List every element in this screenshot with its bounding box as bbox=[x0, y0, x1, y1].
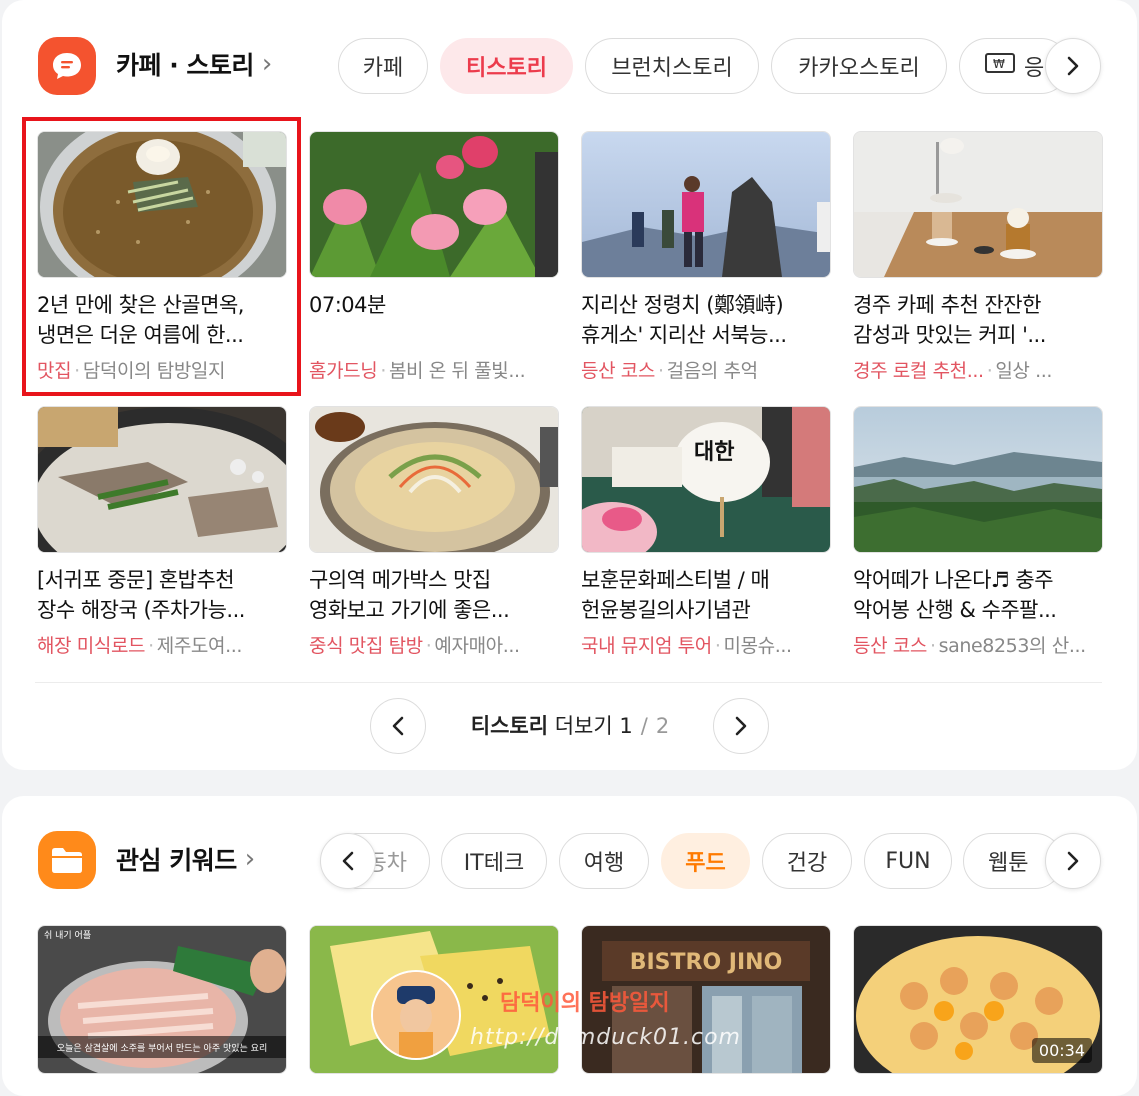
tab-label: IT테크 bbox=[463, 851, 525, 876]
card-meta: 홈가드닝 · 봄비 온 뒤 풀빛... bbox=[309, 360, 526, 382]
watermark-url: http://damduck01.com bbox=[470, 1025, 741, 1050]
cafe-story-header-link[interactable]: 카페 · 스토리 › bbox=[116, 46, 272, 82]
card-title: 구의역 메가박스 맛집 영화보고 가기에 좋은... bbox=[309, 568, 510, 622]
story-card[interactable]: 경주 카페 추천 잔잔한 감성과 맛있는 커피 '... 경주 로컬 추천...… bbox=[853, 131, 1103, 383]
keyword-card[interactable]: 오늘은 삼겹살에 소주를 부어서 만드는 아주 맛있는 요리 쉬 내기 어플 bbox=[37, 925, 287, 1074]
watermark-text: 담덕이의 탐방일지 bbox=[500, 991, 670, 1016]
card-thumbnail bbox=[37, 131, 287, 278]
story-card[interactable]: 악어떼가 나온다♬ 충주 악어봉 산행 & 수주팔... 등산 코스 · sane8… bbox=[853, 406, 1103, 658]
chevron-left-icon bbox=[342, 851, 354, 871]
tab-health[interactable]: 건강 bbox=[762, 833, 852, 889]
chevron-right-icon bbox=[735, 716, 747, 736]
card-meta: 경주 로컬 추천... · 일상 ... bbox=[853, 360, 1053, 382]
ticket-icon: ₩ bbox=[984, 51, 1016, 81]
chat-bubble-icon bbox=[38, 37, 96, 95]
tab-tistory[interactable]: 티스토리 bbox=[440, 38, 573, 94]
chevron-right-icon: › bbox=[244, 844, 255, 874]
pager-current: 1 bbox=[619, 714, 633, 738]
chevron-right-icon bbox=[1067, 56, 1079, 76]
tab-label: 티스토리 bbox=[466, 56, 547, 81]
tab-label: 여행 bbox=[583, 851, 625, 876]
card-meta: 맛집 · 담덕이의 탐방일지 bbox=[37, 360, 226, 382]
tab-label: 카카오스토리 bbox=[798, 56, 920, 81]
card-title: 2년 만에 찾은 산골면옥, 냉면은 더운 여름에 한... bbox=[37, 293, 244, 347]
svg-text:₩: ₩ bbox=[993, 57, 1005, 71]
card-meta: 등산 코스 · sane8253의 산... bbox=[853, 635, 1086, 657]
thumb-caption: 오늘은 삼겹살에 소주를 부어서 만드는 아주 맛있는 요리 bbox=[57, 1042, 267, 1054]
pager[interactable]: 티스토리 더보기 1 / 2 bbox=[430, 710, 710, 740]
story-card[interactable]: 2년 만에 찾은 산골면옥, 냉면은 더운 여름에 한... 맛집 · 담덕이의 탐… bbox=[37, 131, 287, 383]
card-title: 보훈문화페스티벌 / 매 헌윤봉길의사기념관 bbox=[581, 568, 770, 622]
tab-it-tech[interactable]: IT테크 bbox=[441, 833, 547, 889]
chevron-right-icon: › bbox=[261, 49, 272, 79]
tab-label: FUN bbox=[885, 848, 931, 874]
story-card[interactable]: 지리산 정령치 (鄭領峙) 휴게소' 지리산 서북능... 등산 코스 · 걸음의 … bbox=[581, 131, 831, 383]
tab-label: 웹툰 bbox=[988, 851, 1029, 876]
card-meta: 국내 뮤지엄 투어 · 미몽슈... bbox=[581, 635, 792, 657]
section-title: 관심 키워드 bbox=[116, 846, 237, 875]
card-thumbnail bbox=[309, 131, 559, 278]
card-thumbnail bbox=[853, 406, 1103, 553]
thumb-label: 쉬 내기 어플 bbox=[44, 930, 91, 941]
tab-travel[interactable]: 여행 bbox=[559, 833, 649, 889]
card-thumbnail bbox=[853, 131, 1103, 278]
card-meta: 해장 미식로드 · 제주도여... bbox=[37, 635, 243, 657]
interest-keyword-header-link[interactable]: 관심 키워드 › bbox=[116, 841, 255, 877]
pager-label: 티스토리 bbox=[470, 714, 549, 738]
card-title: 07:04분 bbox=[309, 293, 386, 317]
card-thumbnail bbox=[309, 406, 559, 553]
story-card[interactable]: 구의역 메가박스 맛집 영화보고 가기에 좋은... 중식 맛집 탐방 · 예자매아… bbox=[309, 406, 559, 658]
card-meta: 등산 코스 · 걸음의 추억 bbox=[581, 360, 758, 382]
keyword-prev-button[interactable] bbox=[320, 833, 376, 889]
story-card[interactable]: [서귀포 중문] 혼밥추천 장수 해장국 (주차가능... 해장 미식로드 · 제주… bbox=[37, 406, 287, 658]
video-duration: 00:34 bbox=[1031, 1038, 1092, 1063]
keyword-card[interactable]: 00:34 bbox=[853, 925, 1103, 1074]
story-card[interactable]: 대한 보훈문화페스티벌 / 매 헌윤봉길의사기념관 국내 뮤지엄 투어 · 미몽슈.… bbox=[581, 406, 831, 658]
tab-label: 푸드 bbox=[685, 851, 726, 876]
card-thumbnail: 대한 bbox=[581, 406, 831, 553]
pager-sep: / bbox=[640, 714, 648, 738]
card-thumbnail bbox=[37, 406, 287, 553]
tab-label: 건강 bbox=[786, 851, 828, 876]
card-title: 악어떼가 나온다♬ 충주 악어봉 산행 & 수주팔... bbox=[853, 568, 1057, 622]
chevron-left-icon bbox=[392, 716, 404, 736]
tab-label: 응 bbox=[1024, 56, 1045, 81]
avatar bbox=[371, 970, 461, 1060]
svg-text:대한: 대한 bbox=[694, 440, 734, 465]
tab-food[interactable]: 푸드 bbox=[661, 833, 750, 889]
section-title: 카페 · 스토리 bbox=[116, 51, 254, 80]
pager-total: 2 bbox=[655, 714, 670, 738]
card-title: 지리산 정령치 (鄭領峙) 휴게소' 지리산 서북능... bbox=[581, 293, 787, 347]
card-thumbnail: 00:34 bbox=[853, 925, 1103, 1074]
thumb-sign: BISTRO JINO bbox=[630, 950, 783, 975]
folder-icon bbox=[38, 831, 96, 889]
tab-fun[interactable]: FUN bbox=[864, 833, 952, 889]
tabs-next-button[interactable] bbox=[1045, 38, 1101, 94]
divider bbox=[35, 682, 1102, 683]
card-title: [서귀포 중문] 혼밥추천 장수 해장국 (주차가능... bbox=[37, 568, 245, 622]
pager-more: 더보기 bbox=[554, 714, 613, 738]
tab-kakao-story[interactable]: 카카오스토리 bbox=[771, 38, 947, 94]
card-thumbnail bbox=[581, 131, 831, 278]
chevron-right-icon bbox=[1067, 851, 1079, 871]
card-thumbnail: 오늘은 삼겹살에 소주를 부어서 만드는 아주 맛있는 요리 쉬 내기 어플 bbox=[37, 925, 287, 1074]
card-title: 경주 카페 추천 잔잔한 감성과 맛있는 커피 '... bbox=[853, 293, 1046, 347]
tab-cafe[interactable]: 카페 bbox=[338, 38, 428, 94]
tab-brunch-story[interactable]: 브런치스토리 bbox=[585, 38, 759, 94]
tab-label: 카페 bbox=[362, 56, 404, 81]
next-page-button[interactable] bbox=[713, 698, 769, 754]
card-meta: 중식 맛집 탐방 · 예자매아... bbox=[309, 635, 520, 657]
tab-label: 브런치스토리 bbox=[611, 56, 733, 81]
prev-page-button[interactable] bbox=[370, 698, 426, 754]
keyword-next-button[interactable] bbox=[1045, 833, 1101, 889]
story-card[interactable]: 07:04분 홈가드닝 · 봄비 온 뒤 풀빛... bbox=[309, 131, 559, 383]
